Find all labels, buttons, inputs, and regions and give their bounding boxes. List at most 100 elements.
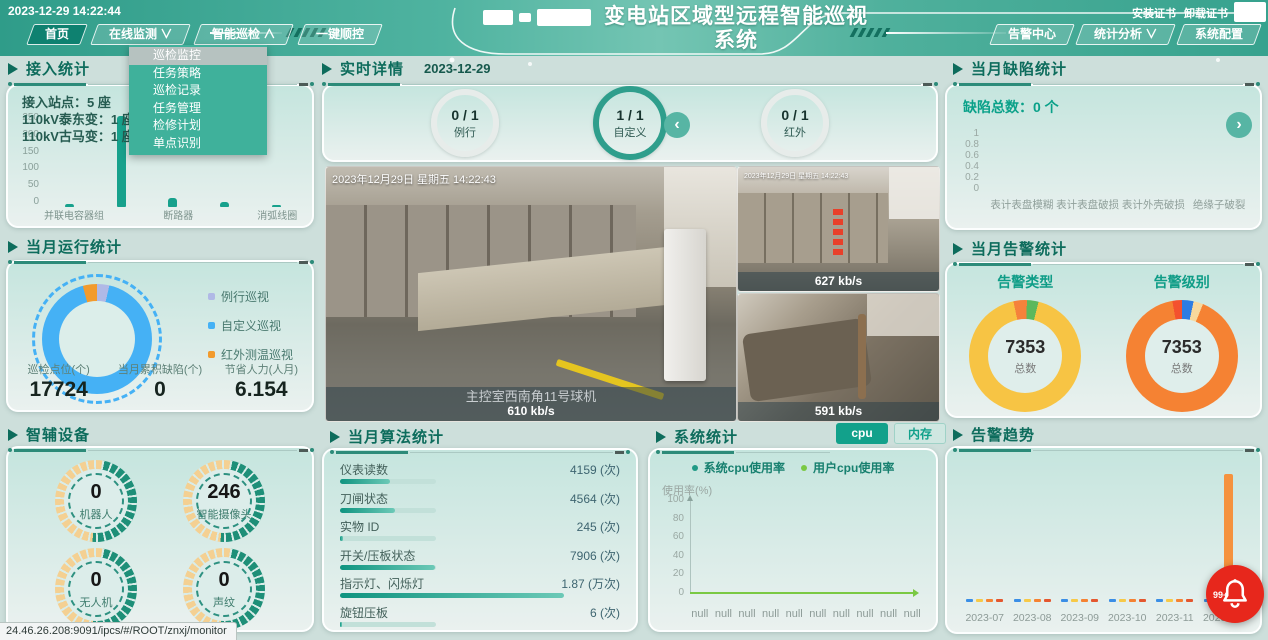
trend-dash <box>986 599 993 602</box>
video-feed-bottom[interactable]: 591 kb/s <box>737 293 940 422</box>
algo-row: 开关/压板状态7906 (次) <box>340 547 620 576</box>
realtime-carousel-card: ‹ › 0 / 1例行1 / 1自定义0 / 1红外 <box>322 84 938 162</box>
gauge-value: 0 <box>90 481 101 504</box>
redacted-logo-block <box>537 9 591 26</box>
trend-month-group <box>1104 462 1152 602</box>
carousel-next-button[interactable]: › <box>1226 112 1252 138</box>
carousel-item-value: 0 / 1 <box>781 107 808 123</box>
sys-stats-card: 系统cpu使用率用户cpu使用率 使用率(%) 100806040200 nul… <box>648 448 938 632</box>
carousel-item-0[interactable]: 0 / 1例行 <box>431 89 499 157</box>
axis-tick: 0.4 <box>965 161 979 172</box>
axis-label: 2023-08 <box>1009 612 1057 624</box>
section-alarm-stats: 当月告警统计 <box>953 238 1260 266</box>
gauge-value: 0 <box>90 569 101 592</box>
dropdown-item-4[interactable]: 检修计划 <box>129 117 267 135</box>
bell-badge-count: 99+ <box>1213 590 1228 600</box>
nav-tab-right-2[interactable]: 系统配置 <box>1176 24 1262 45</box>
access-info-left: 接入站点：5 座 <box>22 94 111 111</box>
axis-label: null <box>688 608 712 620</box>
dropdown-item-3[interactable]: 任务管理 <box>129 100 267 118</box>
gauge-grid: 0机器人246智能摄像头0无人机0声纹 <box>32 460 288 618</box>
carousel-item-2[interactable]: 0 / 1红外 <box>761 89 829 157</box>
algo-row-label: 刀闸状态 <box>340 490 388 507</box>
nav-tab-left-1[interactable]: 在线监测 ∨ <box>90 24 191 45</box>
nav-tab-right-0[interactable]: 告警中心 <box>989 24 1075 45</box>
legend-item: 系统cpu使用率 <box>692 459 785 476</box>
trend-dash <box>1071 599 1078 602</box>
sys-y-axis <box>690 498 691 594</box>
axis-label: null <box>735 608 759 620</box>
install-cert-link[interactable]: 安装证书 <box>1132 5 1176 21</box>
axis-label: 2023-10 <box>1104 612 1152 624</box>
trend-month-group <box>1009 462 1057 602</box>
legend-item: 用户cpu使用率 <box>801 459 894 476</box>
axis-tick: 60 <box>673 531 684 542</box>
dropdown-item-2[interactable]: 巡检记录 <box>129 82 267 100</box>
alarm-total-value: 7353 <box>1162 337 1202 358</box>
sys-tab-内存[interactable]: 内存 <box>894 423 946 444</box>
axis-tick: 0 <box>678 587 684 598</box>
dropdown-item-0[interactable]: 巡检监控 <box>129 47 267 65</box>
algo-row-label: 指示灯、闪烁灯 <box>340 575 424 592</box>
video-bitrate: 627 kb/s <box>738 274 939 288</box>
stat-value: 17724 <box>8 378 109 402</box>
section-arrow-icon <box>322 63 332 75</box>
axis-label: null <box>806 608 830 620</box>
header-datetime: 2023-12-29 14:22:44 <box>8 4 121 18</box>
section-title: 系统统计 <box>674 426 738 447</box>
header-deco-line-right <box>886 32 1006 34</box>
trend-month-group <box>1056 462 1104 602</box>
section-underline <box>953 262 1260 266</box>
certificate-links: 安装证书 卸载证书 <box>1132 5 1228 21</box>
algo-stats-card: 仪表读数4159 (次)刀闸状态4564 (次)实物 ID245 (次)开关/压… <box>322 448 638 632</box>
nav-tab-left-3[interactable]: 一键顺控 <box>297 24 383 45</box>
trend-dash <box>1061 599 1068 602</box>
section-underline <box>330 450 630 454</box>
trend-dash <box>1176 599 1183 602</box>
dropdown-item-1[interactable]: 任务策略 <box>129 65 267 83</box>
axis-tick: 100 <box>667 494 684 505</box>
video-camera-name: 主控室西南角11号球机 <box>326 389 736 404</box>
algo-row: 刀闸状态4564 (次) <box>340 490 620 519</box>
carousel-prev-button[interactable]: ‹ <box>664 112 690 138</box>
axis-label: null <box>782 608 806 620</box>
axis-label: 2023-11 <box>1151 612 1199 624</box>
trend-dash <box>1156 599 1163 602</box>
video-mock-window <box>867 294 939 336</box>
carousel-item-value: 1 / 1 <box>616 107 643 123</box>
trend-dash <box>1139 599 1146 602</box>
algo-bar-fill <box>340 593 564 598</box>
video-feed-top[interactable]: 2023年12月29日 星期五 14:22:43 627 kb/s <box>737 166 940 292</box>
run-stats-card: 例行巡视自定义巡视红外测温巡视 巡检点位(个)17724当月累积缺陷(个)0节省… <box>6 260 314 412</box>
axis-tick: 0 <box>33 196 39 207</box>
axis-label: null <box>759 608 783 620</box>
section-underline <box>656 450 830 454</box>
sys-tab-cpu[interactable]: cpu <box>836 423 888 444</box>
uninstall-cert-link[interactable]: 卸载证书 <box>1184 5 1228 21</box>
alarm-total-label: 总数 <box>1171 360 1193 376</box>
axis-label: null <box>900 608 924 620</box>
nav-tab-right-1[interactable]: 统计分析 ∨ <box>1075 24 1176 45</box>
section-arrow-icon <box>330 431 340 443</box>
legend-dot-icon <box>692 465 698 471</box>
alarm-bell-button[interactable]: 99+ <box>1206 565 1264 623</box>
video-feed-main[interactable]: 2023年12月29日 星期五 14:22:43 主控室西南角11号球机 610… <box>325 166 737 422</box>
axis-label: 表计外壳破损 <box>1121 197 1187 212</box>
redacted-block-top-right <box>1234 2 1266 22</box>
algo-row-value: 1.87 (万次) <box>561 575 620 592</box>
video-bitrate: 610 kb/s <box>326 404 736 418</box>
carousel-item-label: 例行 <box>454 124 476 140</box>
gauge-label: 机器人 <box>80 506 113 522</box>
nav-tab-label: 系统配置 <box>1195 25 1243 44</box>
carousel-item-1[interactable]: 1 / 1自定义 <box>593 86 667 160</box>
dropdown-item-5[interactable]: 单点识别 <box>129 135 267 153</box>
algo-row: 实物 ID245 (次) <box>340 518 620 547</box>
device-gauge: 246智能摄像头 <box>183 460 265 542</box>
alarm-donut-title: 告警级别 <box>1104 272 1261 292</box>
carousel-item-value: 0 / 1 <box>451 107 478 123</box>
nav-tab-left-0[interactable]: 首页 <box>26 24 88 45</box>
section-title: 当月告警统计 <box>971 238 1067 259</box>
nav-tab-left-2[interactable]: 智能巡检 ∧ <box>194 24 295 45</box>
stat-value: 6.154 <box>211 378 312 402</box>
section-underline <box>8 448 314 452</box>
